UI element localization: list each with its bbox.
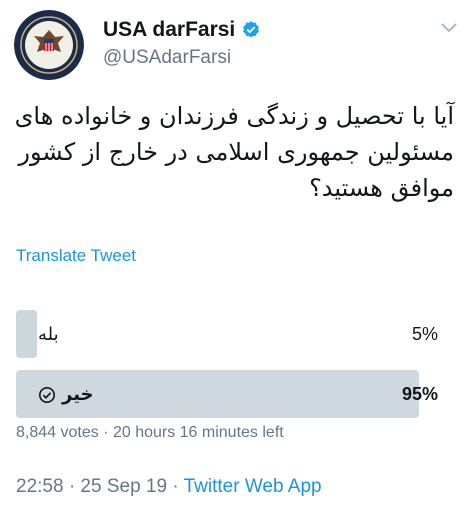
tweet-source-link[interactable]: Twitter Web App	[184, 476, 322, 497]
poll: بله 5% خیر 95%	[16, 310, 440, 430]
poll-option-no: خیر 95%	[16, 370, 440, 418]
chevron-down-icon[interactable]	[440, 22, 458, 34]
poll-option-percent: 95%	[401, 384, 438, 404]
account-name-row[interactable]: USA darFarsi	[103, 18, 261, 42]
tweet-header: USA darFarsi @USAdarFarsi	[0, 0, 474, 90]
poll-option-yes: بله 5%	[16, 310, 440, 358]
department-of-state-seal-icon	[14, 10, 84, 80]
poll-option-label: بله	[38, 324, 59, 345]
poll-bar	[16, 310, 38, 358]
poll-meta: 8,844 votes · 20 hours 16 minutes left	[16, 424, 284, 441]
tweet-text: آیا با تحصیل و زندگی فرزندان و خانواده ه…	[14, 102, 454, 202]
tweet-datetime[interactable]: 22:58 · 25 Sep 19 ·	[16, 476, 184, 497]
verified-badge-icon	[243, 21, 260, 38]
avatar[interactable]	[14, 10, 84, 80]
poll-option-percent: 5%	[411, 324, 438, 344]
account-handle[interactable]: @USAdarFarsi	[103, 47, 231, 69]
translate-tweet-link[interactable]: Translate Tweet	[16, 246, 136, 266]
account-name[interactable]: USA darFarsi	[103, 18, 235, 42]
poll-option-label: خیر	[62, 384, 94, 405]
tweet-timestamp: 22:58 · 25 Sep 19 · Twitter Web App	[16, 476, 322, 498]
poll-option-label-row: خیر	[38, 384, 94, 405]
check-circle-icon	[38, 386, 56, 403]
